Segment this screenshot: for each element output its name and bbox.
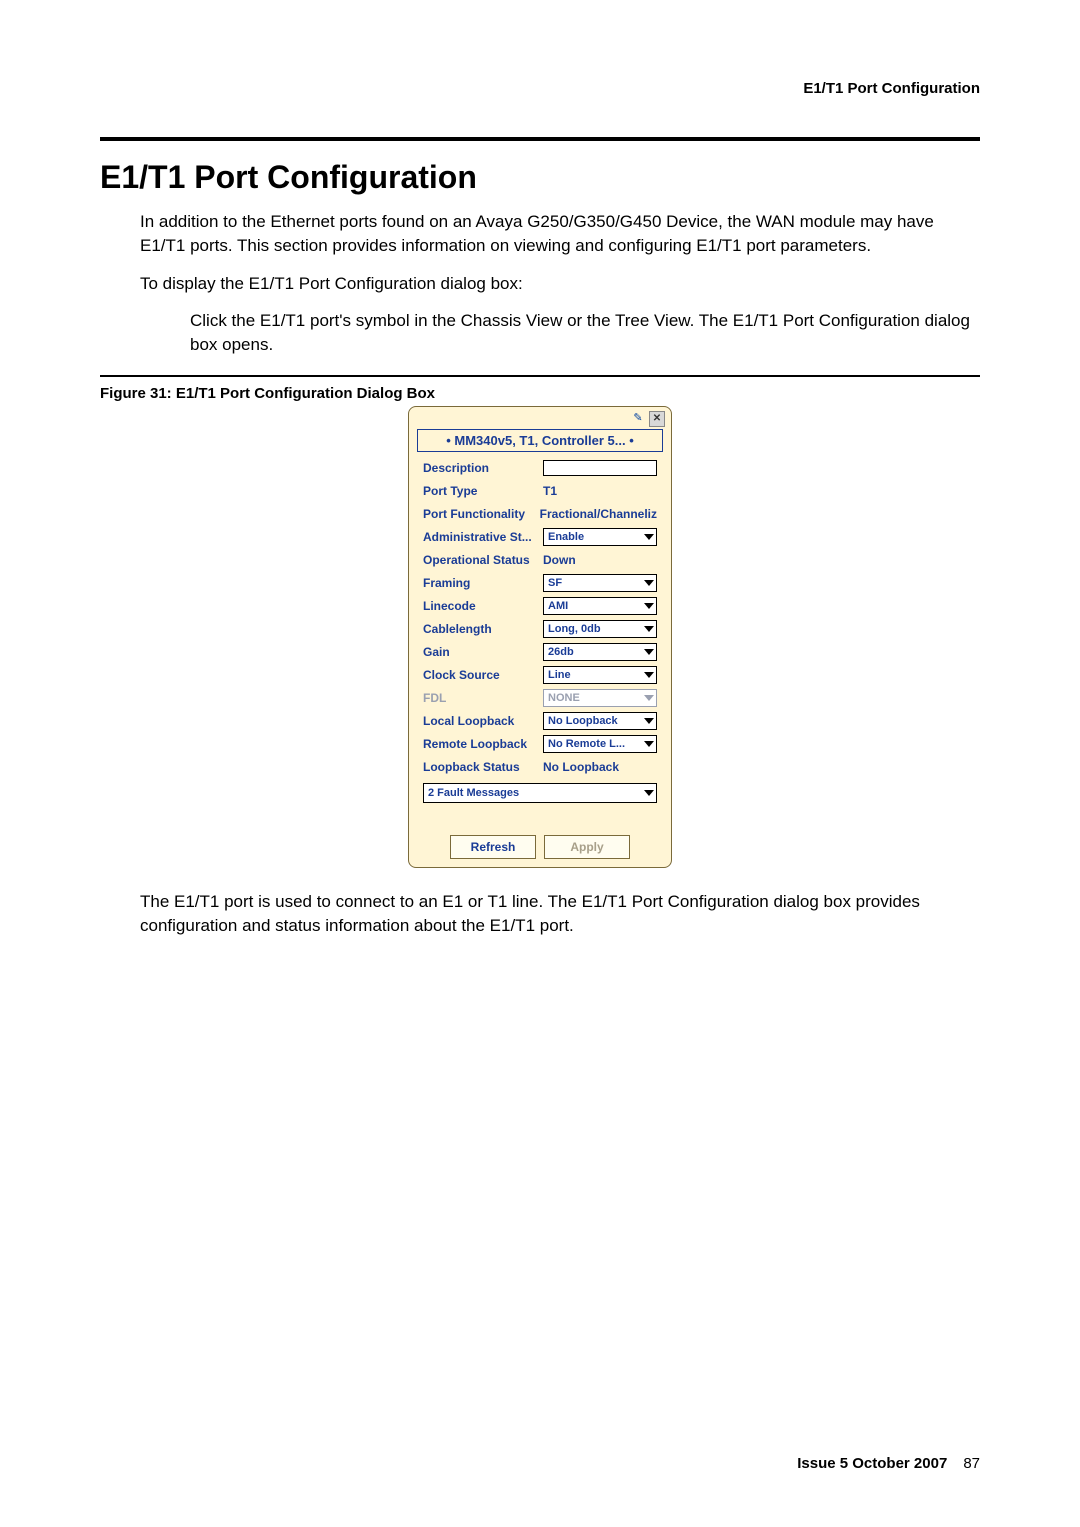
label-gain: Gain: [423, 645, 543, 659]
value-port-type: T1: [543, 484, 557, 498]
select-cablelength-value: Long, 0db: [548, 623, 601, 635]
chevron-down-icon: [644, 626, 654, 632]
row-cablelength: Cablelength Long, 0db: [423, 619, 657, 639]
select-remote-loopback-value: No Remote L...: [548, 738, 625, 750]
select-fdl: NONE: [543, 689, 657, 707]
pin-icon[interactable]: ✎: [631, 412, 645, 426]
fault-messages-value: 2 Fault Messages: [428, 787, 519, 799]
label-framing: Framing: [423, 576, 543, 590]
rule-top: [100, 137, 980, 141]
chevron-down-icon: [644, 603, 654, 609]
port-config-dialog: ✎ ✕ • MM340v5, T1, Controller 5... • Des…: [408, 406, 672, 868]
select-local-loopback-value: No Loopback: [548, 715, 618, 727]
label-loopback-status: Loopback Status: [423, 760, 543, 774]
select-remote-loopback[interactable]: No Remote L...: [543, 735, 657, 753]
rule-above-figure: [100, 375, 980, 377]
chevron-down-icon: [644, 741, 654, 747]
paragraph-howto-lead: To display the E1/T1 Port Configuration …: [140, 272, 980, 296]
value-operational-status: Down: [543, 553, 576, 567]
select-framing-value: SF: [548, 577, 562, 589]
label-admin-status: Administrative St...: [423, 530, 543, 544]
dialog-tab-label: MM340v5, T1, Controller 5...: [454, 433, 625, 448]
paragraph-intro: In addition to the Ethernet ports found …: [140, 210, 980, 258]
dialog-titlebar: ✎ ✕: [409, 407, 671, 429]
row-description: Description: [423, 458, 657, 478]
select-cablelength[interactable]: Long, 0db: [543, 620, 657, 638]
row-fdl: FDL NONE: [423, 688, 657, 708]
row-framing: Framing SF: [423, 573, 657, 593]
value-loopback-status: No Loopback: [543, 760, 619, 774]
select-gain-value: 26db: [548, 646, 574, 658]
label-cablelength: Cablelength: [423, 622, 543, 636]
chevron-down-icon: [644, 790, 654, 796]
select-framing[interactable]: SF: [543, 574, 657, 592]
row-gain: Gain 26db: [423, 642, 657, 662]
chevron-down-icon: [644, 534, 654, 540]
row-linecode: Linecode AMI: [423, 596, 657, 616]
label-port-functionality: Port Functionality: [423, 507, 540, 521]
select-fdl-value: NONE: [548, 692, 580, 704]
select-gain[interactable]: 26db: [543, 643, 657, 661]
row-loopback-status: Loopback Status No Loopback: [423, 757, 657, 777]
row-operational-status: Operational Status Down: [423, 550, 657, 570]
label-linecode: Linecode: [423, 599, 543, 613]
row-local-loopback: Local Loopback No Loopback: [423, 711, 657, 731]
select-admin-status[interactable]: Enable: [543, 528, 657, 546]
label-description: Description: [423, 461, 543, 475]
footer-issue: Issue 5 October 2007: [797, 1455, 947, 1472]
page-footer: Issue 5 October 2007 87: [797, 1455, 980, 1472]
running-header: E1/T1 Port Configuration: [100, 80, 980, 97]
select-linecode[interactable]: AMI: [543, 597, 657, 615]
select-linecode-value: AMI: [548, 600, 568, 612]
row-clock-source: Clock Source Line: [423, 665, 657, 685]
close-icon[interactable]: ✕: [649, 411, 665, 427]
label-local-loopback: Local Loopback: [423, 714, 543, 728]
value-port-functionality: Fractional/Channeliz: [540, 507, 657, 521]
label-fdl: FDL: [423, 691, 543, 705]
paragraph-howto-step: Click the E1/T1 port's symbol in the Cha…: [190, 309, 980, 357]
select-fault-messages[interactable]: 2 Fault Messages: [423, 783, 657, 803]
chevron-down-icon: [644, 672, 654, 678]
paragraph-after-figure: The E1/T1 port is used to connect to an …: [140, 890, 980, 938]
label-operational-status: Operational Status: [423, 553, 543, 567]
input-description[interactable]: [543, 460, 657, 476]
label-port-type: Port Type: [423, 484, 543, 498]
dialog-tab[interactable]: • MM340v5, T1, Controller 5... •: [417, 429, 663, 452]
chevron-down-icon: [644, 695, 654, 701]
select-clock-source[interactable]: Line: [543, 666, 657, 684]
figure-caption: Figure 31: E1/T1 Port Configuration Dial…: [100, 385, 980, 402]
apply-button: Apply: [544, 835, 630, 859]
row-remote-loopback: Remote Loopback No Remote L...: [423, 734, 657, 754]
select-clock-source-value: Line: [548, 669, 571, 681]
label-clock-source: Clock Source: [423, 668, 543, 682]
label-remote-loopback: Remote Loopback: [423, 737, 543, 751]
footer-page-number: 87: [963, 1455, 980, 1472]
refresh-button[interactable]: Refresh: [450, 835, 536, 859]
chevron-down-icon: [644, 718, 654, 724]
select-local-loopback[interactable]: No Loopback: [543, 712, 657, 730]
section-heading: E1/T1 Port Configuration: [100, 159, 980, 196]
row-port-functionality: Port Functionality Fractional/Channeliz: [423, 504, 657, 524]
chevron-down-icon: [644, 580, 654, 586]
row-admin-status: Administrative St... Enable: [423, 527, 657, 547]
row-port-type: Port Type T1: [423, 481, 657, 501]
chevron-down-icon: [644, 649, 654, 655]
select-admin-status-value: Enable: [548, 531, 584, 543]
